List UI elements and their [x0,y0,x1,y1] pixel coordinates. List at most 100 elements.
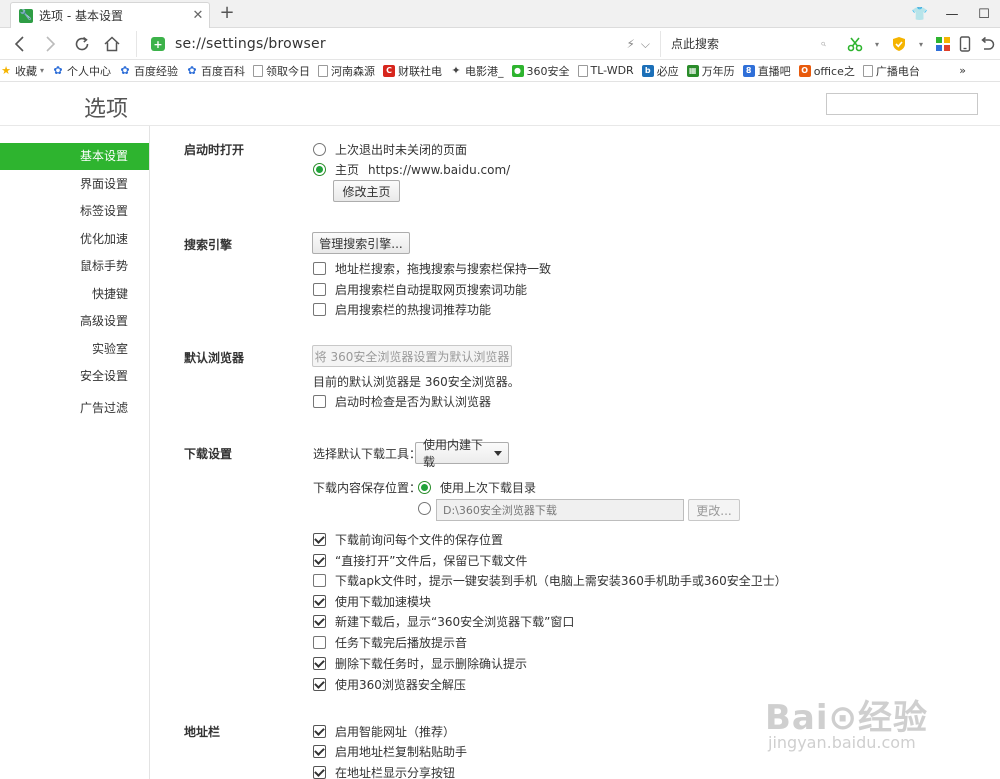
search-hot-words-option[interactable]: 启用搜索栏的热搜词推荐功能 [313,301,491,318]
new-tab-button[interactable]: + [216,3,238,25]
back-button[interactable] [8,32,32,56]
sidebar-item-adblock[interactable]: 广告过滤 [0,395,149,422]
bookmark-item[interactable]: b 必应 [641,61,679,81]
sidebar-item-optimize[interactable]: 优化加速 [0,226,149,253]
settings-search[interactable] [826,93,992,115]
sidebar-item-basic[interactable]: 基本设置 [0,143,149,170]
addressbar-checkbox[interactable] [313,745,326,758]
download-path-input[interactable]: D:\360安全浏览器下载 [436,499,684,521]
chevron-down-icon[interactable]: ⌵ [641,37,650,52]
sidebar-item-advanced[interactable]: 高级设置 [0,308,149,335]
undo-icon[interactable] [978,33,996,55]
download-option[interactable]: 任务下载完后播放提示音 [313,634,467,651]
security-shield-icon[interactable] [890,33,908,55]
download-option[interactable]: “直接打开”文件后，保留已下载文件 [313,552,527,569]
addressbar-checkbox[interactable] [313,766,326,779]
download-option[interactable]: 下载前询问每个文件的保存位置 [313,531,503,548]
addressbar-checkbox[interactable] [313,725,326,738]
download-option[interactable]: 新建下载后，显示“360安全浏览器下载”窗口 [313,613,574,630]
bookmarks-more-button[interactable]: » [953,60,966,81]
bookmark-item[interactable]: C 财联社电 [383,61,442,81]
sidebar-item-mouse-gestures[interactable]: 鼠标手势 [0,253,149,280]
addressbar-option[interactable]: 在地址栏显示分享按钮 [313,764,455,779]
search-sync-checkbox[interactable] [313,262,326,275]
address-bar[interactable]: + se://settings/browser ⚡ ⌵ [136,31,658,57]
maximize-button[interactable]: ☐ [968,2,1000,26]
bookmark-item[interactable]: ★ 收藏 ▾ [0,61,44,81]
check-default-on-startup-option[interactable]: 启动时检查是否为默认浏览器 [313,393,491,410]
bookmark-label: 万年历 [701,64,735,78]
sidebar-item-tabs[interactable]: 标签设置 [0,198,149,225]
bookmark-item[interactable]: ✦ 电影港_ [450,61,503,81]
download-option[interactable]: 删除下载任务时，显示删除确认提示 [313,655,527,672]
lightning-icon[interactable]: ⚡ [626,37,634,51]
sidebar-item-lab[interactable]: 实验室 [0,336,149,363]
startup-home-option[interactable]: 主页 https://www.baidu.com/ [313,161,510,178]
search-extract-option[interactable]: 启用搜索栏自动提取网页搜索词功能 [313,281,527,298]
bookmark-item[interactable]: ✿ 百度百科 [186,61,245,81]
download-checkbox[interactable] [313,533,326,546]
download-option[interactable]: 下载apk文件时，提示一键安装到手机（电脑上需安装360手机助手或360安全卫士… [313,572,787,589]
search-hot-words-checkbox[interactable] [313,303,326,316]
sidebar-item-interface[interactable]: 界面设置 [0,171,149,198]
manage-search-engines-button[interactable]: 管理搜索引擎... [312,232,410,254]
search-sync-option[interactable]: 地址栏搜索，拖拽搜索与搜索栏保持一致 [313,260,551,277]
bookmark-item[interactable]: ✿ 个人中心 [52,61,111,81]
startup-last-session-option[interactable]: 上次退出时未关闭的页面 [313,141,467,158]
url-text[interactable]: se://settings/browser [175,36,626,52]
bookmark-item[interactable]: 8 直播吧 [742,61,791,81]
download-checkbox[interactable] [313,574,326,587]
home-button[interactable] [100,32,124,56]
film-icon: ✦ [451,64,461,77]
chevron-down-icon[interactable]: ▾ [868,33,886,55]
download-checkbox[interactable] [313,657,326,670]
check-default-on-startup-checkbox[interactable] [313,395,326,408]
search-input[interactable] [671,37,821,51]
bookmark-item[interactable]: ● 360安全 [511,61,570,81]
chevron-down-icon[interactable]: ▾ [912,33,930,55]
custom-directory-radio[interactable] [418,502,431,515]
office-icon: O [798,64,811,77]
search-box[interactable] [660,31,836,57]
close-icon[interactable]: ✕ [189,8,207,23]
addressbar-option[interactable]: 启用地址栏复制粘贴助手 [313,743,467,760]
bookmark-item[interactable]: Ooffice之 [798,61,855,81]
download-checkbox[interactable] [313,615,326,628]
download-tool-select[interactable]: 使用内建下载 [415,438,509,469]
bookmark-item[interactable]: ✿ 百度经验 [119,61,178,81]
chevron-down-icon[interactable]: ▾ [40,66,44,75]
search-icon[interactable] [821,37,826,51]
bookmark-item[interactable]: 河南森源 [318,61,375,81]
refresh-button[interactable] [70,32,94,56]
startup-home-radio[interactable] [313,163,326,176]
download-checkbox[interactable] [313,595,326,608]
forward-button[interactable] [38,32,62,56]
set-default-browser-button[interactable]: 将 360安全浏览器设置为默认浏览器 [312,345,512,367]
settings-search-input[interactable] [837,97,992,111]
tab-settings[interactable]: 🔧 选项 - 基本设置 ✕ [10,2,210,28]
bookmark-item[interactable]: ▦ 万年历 [686,61,735,81]
minimize-button[interactable]: — [936,2,968,26]
download-checkbox[interactable] [313,554,326,567]
apps-grid-icon[interactable] [934,33,952,55]
sidebar-item-shortcuts[interactable]: 快捷键 [0,281,149,308]
download-option[interactable]: 使用下载加速模块 [313,593,431,610]
search-extract-checkbox[interactable] [313,283,326,296]
bookmark-item[interactable]: 广播电台 [862,61,920,81]
addressbar-option[interactable]: 启用智能网址（推荐） [313,723,455,740]
settings-header: 选项 [0,82,1000,126]
scissors-icon[interactable] [846,33,864,55]
startup-last-session-radio[interactable] [313,143,326,156]
bookmark-item[interactable]: TL-WDR [577,61,634,81]
skin-icon[interactable]: 👕 [904,2,936,26]
sidebar-item-security[interactable]: 安全设置 [0,363,149,390]
download-option[interactable]: 使用360浏览器安全解压 [313,676,466,693]
download-checkbox[interactable] [313,636,326,649]
phone-icon[interactable] [956,33,974,55]
use-last-directory-radio[interactable] [418,481,431,494]
modify-home-button[interactable]: 修改主页 [333,180,400,202]
change-path-button[interactable]: 更改... [688,499,740,521]
download-checkbox[interactable] [313,678,326,691]
bookmark-item[interactable]: 领取今日 [253,61,310,81]
use-last-directory-option[interactable]: 使用上次下载目录 [418,479,536,496]
